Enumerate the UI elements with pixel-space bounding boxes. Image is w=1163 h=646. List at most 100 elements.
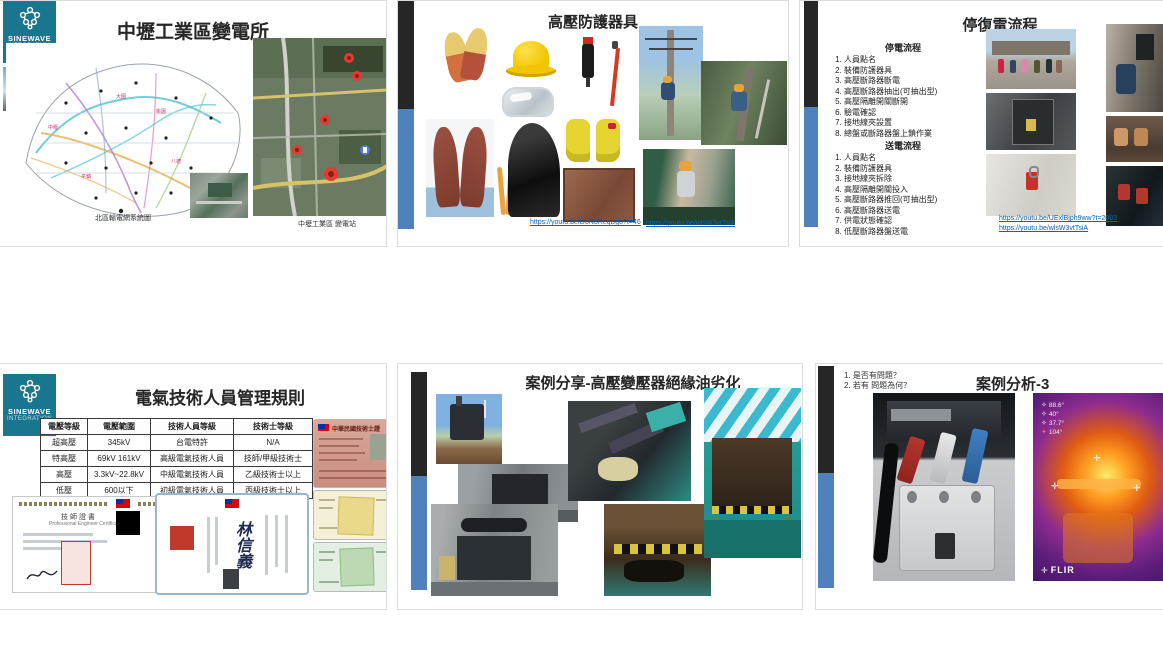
accent-bar [398,1,414,229]
voltage-table: 電壓等級電壓範圍技術人員等級技術士等級超高壓345kV台電特許N/A特高壓69k… [40,418,313,499]
thermal-crosshair: ✛ [1133,483,1141,494]
hard-hat-image [506,39,556,81]
restore-procedure: 送電流程 人員點名裝備防護器具接地線夾拆除高壓隔離開關投入高壓斷路器推回(可抽出… [828,139,1004,237]
table-header: 技術士等級 [234,419,313,435]
thermal-marker-icon: ✧ [1041,419,1047,428]
outage-heading: 停電流程 [828,41,978,54]
breaker-closeup-photo [1106,116,1163,162]
lockout-panel-photo [986,154,1076,216]
burnt-transformer-closeup-photo [604,504,711,596]
technician-card-green [313,542,387,592]
thermal-crosshair: ✛ [1051,481,1059,492]
table-cell: 345kV [88,435,151,451]
svg-text:桃園: 桃園 [156,108,166,115]
red-stamp [61,541,91,585]
pole-work-photo-1 [639,26,703,140]
transformer-pit-photo-2 [431,504,558,596]
thermal-marker-icon: ✦ [1041,428,1047,437]
accent-bar [804,1,818,227]
video-link-2[interactable]: https://youtu.be/wlsW3vtTsiA [646,220,735,227]
table-cell: 高級電氣技術人員 [151,451,234,467]
list-item: 供電狀態確認 [844,216,1004,227]
list-item: 高壓斷路器推回(可抽出型) [844,195,1004,206]
list-item: 高壓隔離開關投入 [844,185,1004,196]
leather-gloves-image [444,28,490,86]
list-item: 總盤或斷路器盤上鎖作業 [844,129,1004,140]
hot-stick-image [607,41,621,107]
satellite-map [253,38,387,216]
video-link-1[interactable]: https://youtu.be/UExlBjph9ww?t=2003 [999,215,1117,222]
list-item: 裝備防護器具 [844,164,1004,175]
list-item: 裝備防護器具 [844,66,1004,77]
list-item: 接地線夾拆除 [844,174,1004,185]
switchgear-cabinet-photo [986,93,1076,150]
temp-reading: 88.6° [1049,401,1064,410]
table-cell: N/A [234,435,313,451]
thermal-image: ✧88.6° ✧40° ✧37.7° ✦104° ✛ ✛ ✛ ✛ FLIR [1033,393,1163,581]
rubber-boots-image [564,117,628,164]
outage-procedure: 停電流程 人員點名裝備防護器具高壓斷路器斷電高壓斷路器抽出(可抽出型)高壓隔離開… [828,41,1004,139]
list-item: 高壓斷路器抽出(可抽出型) [844,87,1004,98]
technician-card-red: 中華民國技術士證 [313,419,387,488]
logo-text-1: SINEWAVE [3,408,56,416]
flir-brand: FLIR [1051,565,1075,575]
list-item: 驗電確認 [844,108,1004,119]
table-cell: 特高壓 [41,451,88,467]
video-link-2[interactable]: https://youtu.be/wlsW3vtTsiA [999,225,1088,232]
question-2: 2. 若有 問題為何？ [844,381,911,391]
table-row: 超高壓345kV台電特許N/A [41,435,313,451]
certificate-subtitle: Professional Engineer Certificate [49,521,122,527]
rubber-gloves-image [426,119,494,217]
aerial-inset-photo [190,173,248,218]
list-item: 低壓斷路器盤送電 [844,227,1004,238]
table-cell: 中級電氣技術人員 [151,467,234,483]
exam-certificate: 林信義 [155,493,309,595]
map-caption-left: 北區輸電網系統圖 [95,213,151,223]
safety-goggles-image [502,87,554,117]
tarp-covered-transformer-photo [704,388,801,558]
table-cell: 69kV 161kV [88,451,151,467]
redaction-box [116,511,140,535]
transformer-work-photo [643,149,735,225]
svg-text:八德: 八德 [171,158,181,165]
thermal-marker-icon: ✧ [1041,401,1047,410]
table-cell: 乙級技術士以上 [234,467,313,483]
slide-transformer-oil-case: 案例分享-高壓變壓器絕緣油劣化 [397,363,803,610]
table-header: 電壓範圍 [88,419,151,435]
thermal-markers: ✧88.6° ✧40° ✧37.7° ✦104° [1041,401,1064,437]
voltage-detector-image [578,37,598,87]
pole-work-photo-2 [701,61,787,145]
outage-list: 人員點名裝備防護器具高壓斷路器斷電高壓斷路器抽出(可抽出型)高壓隔離開關斷開驗電… [828,55,1004,139]
question-list: 1. 是否有問題？ 2. 若有 問題為何？ [844,371,911,390]
thermal-marker-icon: ✧ [1041,410,1047,419]
taiwan-flag-icon [318,424,329,431]
crew-briefing-photo [986,29,1076,89]
panel-inspection-photo [1106,24,1163,112]
table-cell: 高壓 [41,467,88,483]
svg-text:大園: 大園 [116,93,126,100]
list-item: 人員點名 [844,55,1004,66]
card-title: 中華民國技術士證 [332,424,380,433]
table-cell: 3.3kV~22.8kV [88,467,151,483]
video-link-1[interactable]: https://youtu.be/DoNoReqBgo?t=46 [530,219,641,226]
page-title: 電氣技術人員管理規則 [100,384,340,409]
slide-case-analysis-3: 1. 是否有問題？ 2. 若有 問題為何？ 案例分析-3 ✧88.6° ✧40°… [815,363,1163,610]
svg-text:中壢: 中壢 [48,124,58,131]
taiwan-flag-icon [225,499,239,508]
breaker-photo [873,393,1015,581]
sinewave-logo-icon [17,379,43,403]
list-item: 人員點名 [844,153,1004,164]
restore-heading: 送電流程 [828,139,978,152]
slide-protective-equipment: 高壓防護器具 [397,0,789,247]
map-caption-right: 中壢工業區 變電站 [298,219,356,229]
temp-reading: 40° [1049,410,1059,419]
red-seal [167,523,197,553]
slide-substation-overview: SINEWAVE INTEGRATION 中壢工業區變電所 中壢桃園平鎮 [0,0,387,247]
id-photo [223,569,239,589]
signature-scribble [25,565,59,585]
list-item: 接地線夾設置 [844,118,1004,129]
page-title: 案例分析-3 [976,373,1049,394]
taiwan-flag-icon [116,499,130,508]
thermal-crosshair: ✛ [1093,453,1101,464]
table-header: 電壓等級 [41,419,88,435]
